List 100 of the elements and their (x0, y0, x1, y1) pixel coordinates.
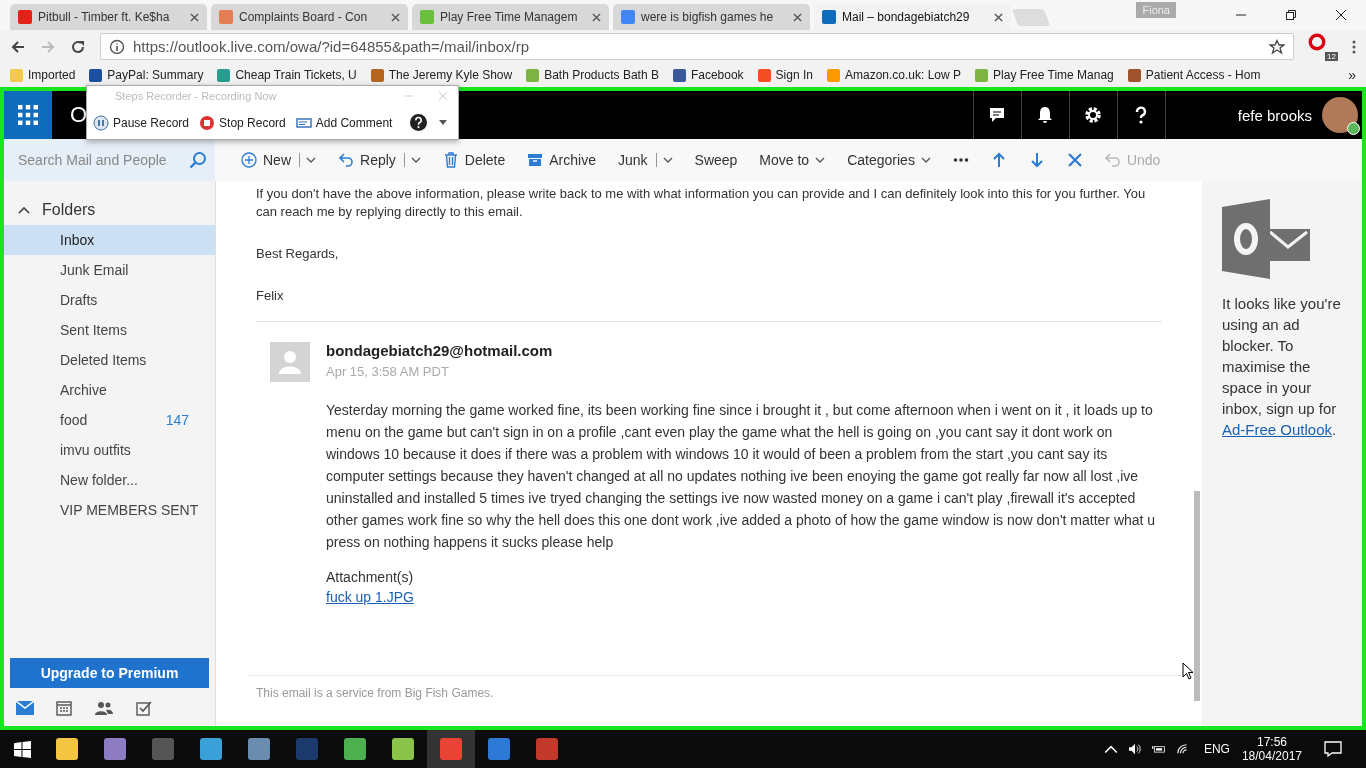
reload-icon[interactable] (70, 38, 86, 55)
calendar-icon[interactable] (56, 700, 72, 716)
close-icon[interactable] (994, 12, 1003, 22)
app-title: O (70, 102, 88, 128)
clock-date[interactable]: 18/04/2017 (1241, 749, 1302, 763)
bookmark-icon (1127, 68, 1141, 82)
recorder-button[interactable]: Add Comment (295, 114, 399, 131)
battery-icon[interactable] (1151, 743, 1166, 755)
restore-icon[interactable] (1285, 9, 1297, 21)
browser-tab[interactable]: Mail – bondagebiatch29 (814, 4, 1011, 30)
toolbar-button[interactable]: Junk (617, 152, 673, 168)
toolbar-button[interactable]: New (241, 152, 316, 168)
reply-arrow-icon (338, 152, 354, 168)
folder-item[interactable]: VIP MEMBERS SENT (4, 495, 215, 525)
search-box[interactable]: Search Mail and People (4, 139, 215, 181)
caret-icon (410, 157, 421, 163)
extension-icon (1308, 32, 1326, 51)
folders-header[interactable]: Folders (4, 181, 215, 225)
archive-box-icon (527, 152, 544, 168)
attachment-link[interactable]: fuck up 1.JPG (326, 589, 414, 605)
bookmark[interactable]: Cheap Train Tickets, U (217, 68, 357, 82)
app-launcher-button[interactable] (4, 91, 52, 139)
folder-item[interactable]: imvu outfits (4, 435, 215, 465)
menu-icon[interactable] (1352, 38, 1356, 55)
toolbar-button[interactable]: Move to (759, 152, 826, 168)
bookmark[interactable]: PayPal: Summary (89, 68, 204, 82)
bookmarks-overflow-button[interactable]: » (1348, 67, 1356, 83)
search-field[interactable]: Search Mail and People (16, 151, 189, 169)
caret-icon[interactable] (439, 120, 448, 125)
message-text: Felix (256, 287, 285, 305)
grid-icon (18, 105, 38, 125)
toolbar-button[interactable]: Reply (338, 152, 421, 168)
notification-center-icon[interactable] (1324, 741, 1342, 757)
down-arrow-icon (1028, 152, 1045, 168)
footer-text: This email is a service from Big Fish Games. (256, 686, 495, 700)
toolbar-button[interactable]: Archive (527, 152, 596, 168)
bookmark[interactable]: Facebook (672, 68, 744, 82)
browser-tab[interactable]: Play Free Time Managem (412, 4, 609, 30)
plus-circle-icon (241, 152, 257, 168)
speaker-icon[interactable] (1127, 743, 1142, 755)
scrollbar-thumb[interactable] (1194, 491, 1200, 701)
extension-button[interactable]: 12 (1308, 32, 1338, 61)
star-icon[interactable] (1269, 38, 1285, 55)
bookmark[interactable]: Patient Access - Hom (1127, 68, 1261, 82)
upgrade-button[interactable]: Upgrade to Premium (10, 658, 209, 688)
people-icon[interactable] (94, 700, 114, 716)
bookmark[interactable]: Amazon.co.uk: Low P (826, 68, 962, 82)
windows-start-icon[interactable] (14, 740, 31, 758)
avatar[interactable] (1322, 97, 1358, 133)
close-icon (1066, 152, 1083, 168)
toolbar-button[interactable]: Delete (442, 152, 506, 168)
folder-item[interactable]: Junk Email (4, 255, 215, 285)
pause-icon (93, 114, 109, 131)
bookmark[interactable]: Sign In (757, 68, 813, 82)
folder-item[interactable]: Archive (4, 375, 215, 405)
status-dot (1347, 122, 1360, 135)
app-icon (488, 738, 510, 760)
app-icon (56, 738, 78, 760)
browser-tab[interactable]: Complaints Board - Con (211, 4, 408, 30)
folder-item[interactable]: Sent Items (4, 315, 215, 345)
bookmark-icon (526, 68, 540, 82)
site-icon (420, 10, 434, 24)
toolbar-button[interactable]: Sweep (694, 152, 738, 168)
clock-time[interactable]: 17:56 (1256, 735, 1287, 749)
language-indicator[interactable]: ENG (1203, 742, 1230, 756)
bookmark-icon (89, 68, 103, 82)
toolbar-button[interactable]: Categories (847, 152, 931, 168)
recorder-button[interactable]: Stop Record (199, 114, 292, 131)
attachments-label: Attachment(s) (326, 569, 415, 585)
recorder-button[interactable]: Pause Record (93, 114, 196, 131)
task-checkbox-icon[interactable] (136, 700, 152, 716)
bookmark[interactable]: The Jeremy Kyle Show (370, 68, 513, 82)
caret-icon (306, 157, 316, 163)
help-icon[interactable] (410, 114, 428, 131)
close-icon[interactable] (1335, 9, 1347, 21)
address-bar[interactable]: https://outlook.live.com/owa/?id=64855&path=/mail/inbox/rp (100, 33, 1294, 60)
trash-icon (442, 152, 459, 168)
chevron-up-icon[interactable] (1103, 743, 1118, 755)
bookmark[interactable]: Bath Products Bath B (526, 68, 659, 82)
app-icon (296, 738, 318, 760)
bookmark[interactable]: Play Free Time Manag (975, 68, 1114, 82)
sender-address: bondagebiatch29@hotmail.com (326, 342, 554, 359)
back-arrow-icon[interactable] (10, 38, 26, 55)
browser-tab[interactable]: Pitbull - Timber ft. Ke$ha (10, 4, 207, 30)
folder-item[interactable]: Inbox (4, 225, 215, 255)
folder-item[interactable]: food 147 (4, 405, 215, 435)
folder-item[interactable]: Drafts (4, 285, 215, 315)
mail-icon[interactable] (16, 701, 34, 715)
app-icon (104, 738, 126, 760)
avatar-silhouette-icon (270, 342, 310, 382)
site-icon (18, 10, 32, 24)
folder-item[interactable]: New folder... (4, 465, 215, 495)
bookmark-icon (757, 68, 771, 82)
bookmark[interactable]: Imported (10, 68, 76, 82)
stop-icon (199, 114, 216, 131)
bookmark-icon (975, 68, 989, 82)
browser-tab[interactable]: were is bigfish games he (613, 4, 810, 30)
user-name[interactable]: fefe brooks (1237, 106, 1312, 124)
folder-item[interactable]: Deleted Items (4, 345, 215, 375)
message-text: Best Regards, (256, 245, 340, 263)
